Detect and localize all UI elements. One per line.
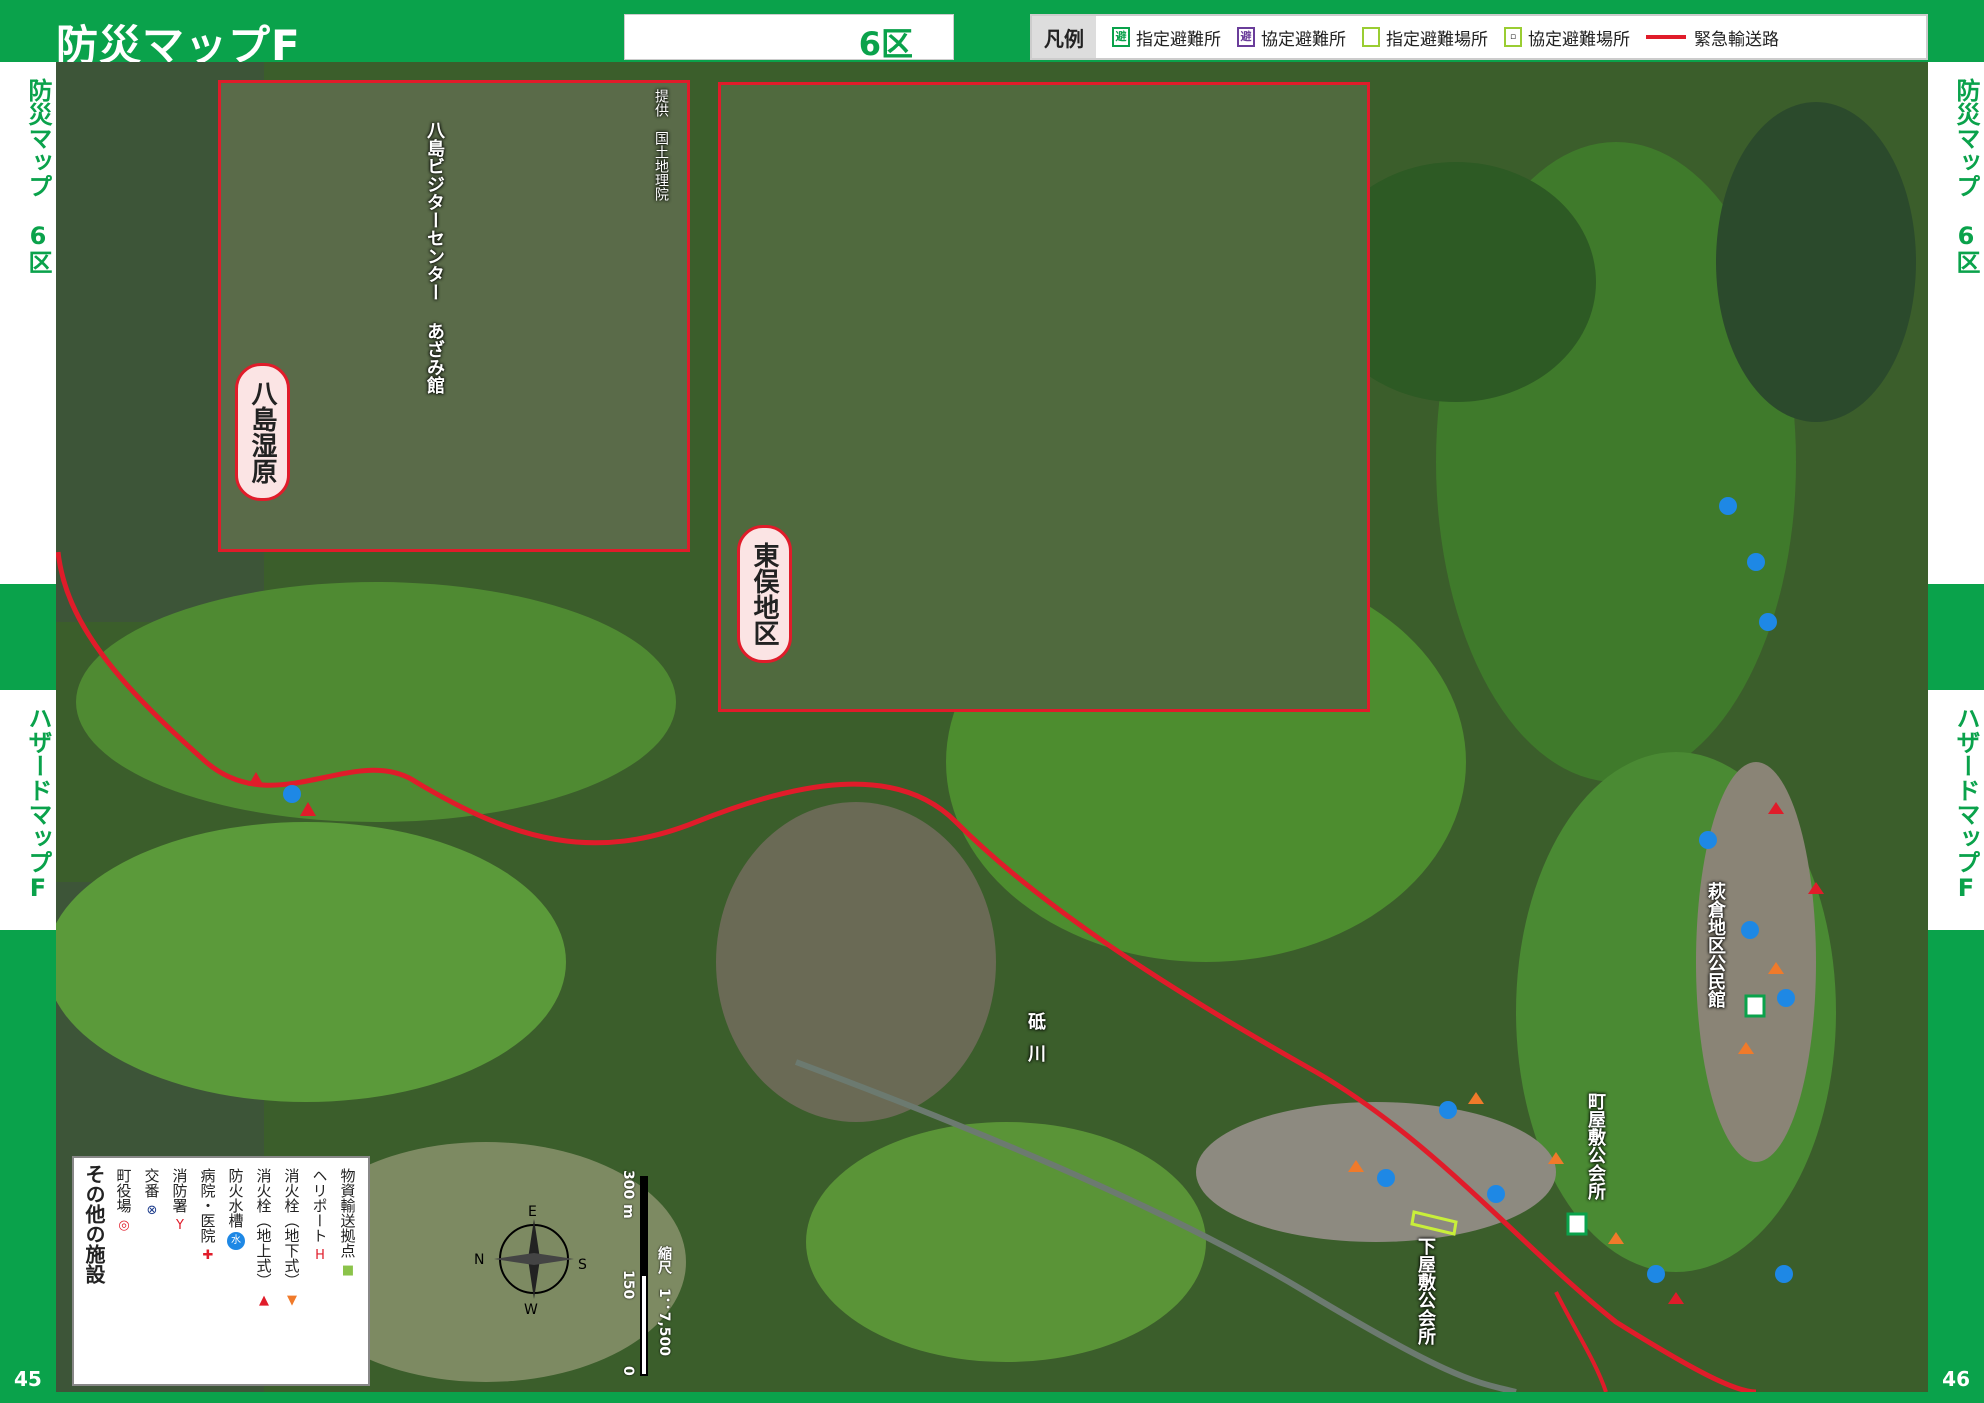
side-tab-right-top: 防災マップ 6区 <box>1928 62 1984 584</box>
facilities-title: その他の施設 <box>82 1164 106 1284</box>
designated-shelter-icon: 避 <box>1112 27 1130 47</box>
fac-town-hall: ◎ 町役場 <box>114 1168 133 1233</box>
legend-item-designated-shelter: 避 指定避難所 <box>1112 25 1221 50</box>
compass-w: W <box>524 1302 538 1318</box>
label-river: 砥川 <box>1025 1012 1046 1076</box>
side-tab-left-top: 防災マップ 6区 <box>0 62 56 584</box>
fac-supply: ■ 物資輸送拠点 <box>338 1168 357 1278</box>
legend-title: 凡例 <box>1032 16 1096 58</box>
fac-water-tank: 水 防火水槽 <box>224 1168 248 1250</box>
fac-fire: Y 消防署 <box>170 1168 189 1233</box>
scale-tick-0: 0 <box>620 1366 636 1376</box>
heliport-icon: H <box>315 1248 325 1263</box>
fac-police: ⊗ 交番 <box>142 1168 161 1218</box>
district-label: 6区 <box>858 25 913 63</box>
water-tank-icon: 水 <box>227 1232 245 1250</box>
scale-bar: 300 m 150 0 縮尺 1：7,500 <box>618 1170 674 1376</box>
fac-hydrant-above: ▲ 消火栓（地上式） <box>254 1168 273 1308</box>
label-shimoya-hall: 下屋敷公会所 <box>1415 1237 1436 1345</box>
hospital-icon: ✚ <box>202 1248 214 1263</box>
facilities-legend: その他の施設 ◎ 町役場 ⊗ 交番 Y 消防署 ✚ 病院・医院 水 防火水槽 ▲… <box>72 1156 370 1386</box>
page-number-right: 46 <box>1942 1367 1970 1391</box>
label-machiya-hall: 町屋敷公会所 <box>1585 1092 1606 1200</box>
town-hall-icon: ◎ <box>118 1218 130 1233</box>
page-number-left: 45 <box>14 1367 42 1391</box>
label-hagikura-hall: 萩倉地区公民館 <box>1705 882 1726 1008</box>
inset-yashima: 八島湿原 八島ビジターセンター あざみ館 提供 国土地理院 <box>218 80 690 552</box>
scale-tick-300: 300 m <box>620 1170 636 1219</box>
compass-e: E <box>528 1204 537 1220</box>
inset-higashimata: 東俣地区 <box>718 82 1370 712</box>
legend-item-agreement-site: ▫ 協定避難場所 <box>1504 25 1630 50</box>
fac-heliport: H ヘリポート <box>310 1168 329 1263</box>
hydrant-above-icon: ▲ <box>259 1293 269 1308</box>
emergency-route-line <box>1646 35 1686 39</box>
hydrant-below-icon: ▼ <box>287 1293 297 1308</box>
scale-bar-graphic <box>640 1176 648 1376</box>
legend-item-designated-site: 指定避難場所 <box>1362 25 1488 50</box>
side-tab-right-bottom: ハザードマップF <box>1928 690 1984 930</box>
label-credit: 提供 国土地理院 <box>653 89 669 201</box>
fac-hospital: ✚ 病院・医院 <box>198 1168 217 1263</box>
pill-yashima: 八島湿原 <box>235 363 290 501</box>
scale-tick-150: 150 <box>620 1270 636 1300</box>
legend-item-emergency-route: 緊急輸送路 <box>1646 25 1779 50</box>
police-box-icon: ⊗ <box>146 1203 158 1218</box>
side-tab-left-bottom: ハザードマップF <box>0 690 56 930</box>
legend: 凡例 避 指定避難所 避 協定避難所 指定避難場所 ▫ 協定避難場所 緊急輸送路 <box>1030 14 1928 60</box>
pill-higashimata: 東俣地区 <box>737 525 792 663</box>
compass-s: S <box>578 1257 587 1273</box>
legend-item-agreement-shelter: 避 協定避難所 <box>1237 25 1346 50</box>
fire-station-icon: Y <box>176 1218 184 1233</box>
compass-n: N <box>474 1252 485 1268</box>
agreement-shelter-icon: 避 <box>1237 27 1255 47</box>
fac-hydrant-below: ▼ 消火栓（地下式） <box>282 1168 301 1308</box>
scale-ratio: 縮尺 1：7,500 <box>656 1246 672 1357</box>
agreement-evac-site-icon: ▫ <box>1504 27 1522 47</box>
designated-evac-site-icon <box>1362 27 1380 47</box>
label-visitor-center: 八島ビジターセンター あざみ館 <box>424 121 445 394</box>
supply-base-icon: ■ <box>341 1263 355 1278</box>
district-box: 6区 <box>624 14 954 63</box>
